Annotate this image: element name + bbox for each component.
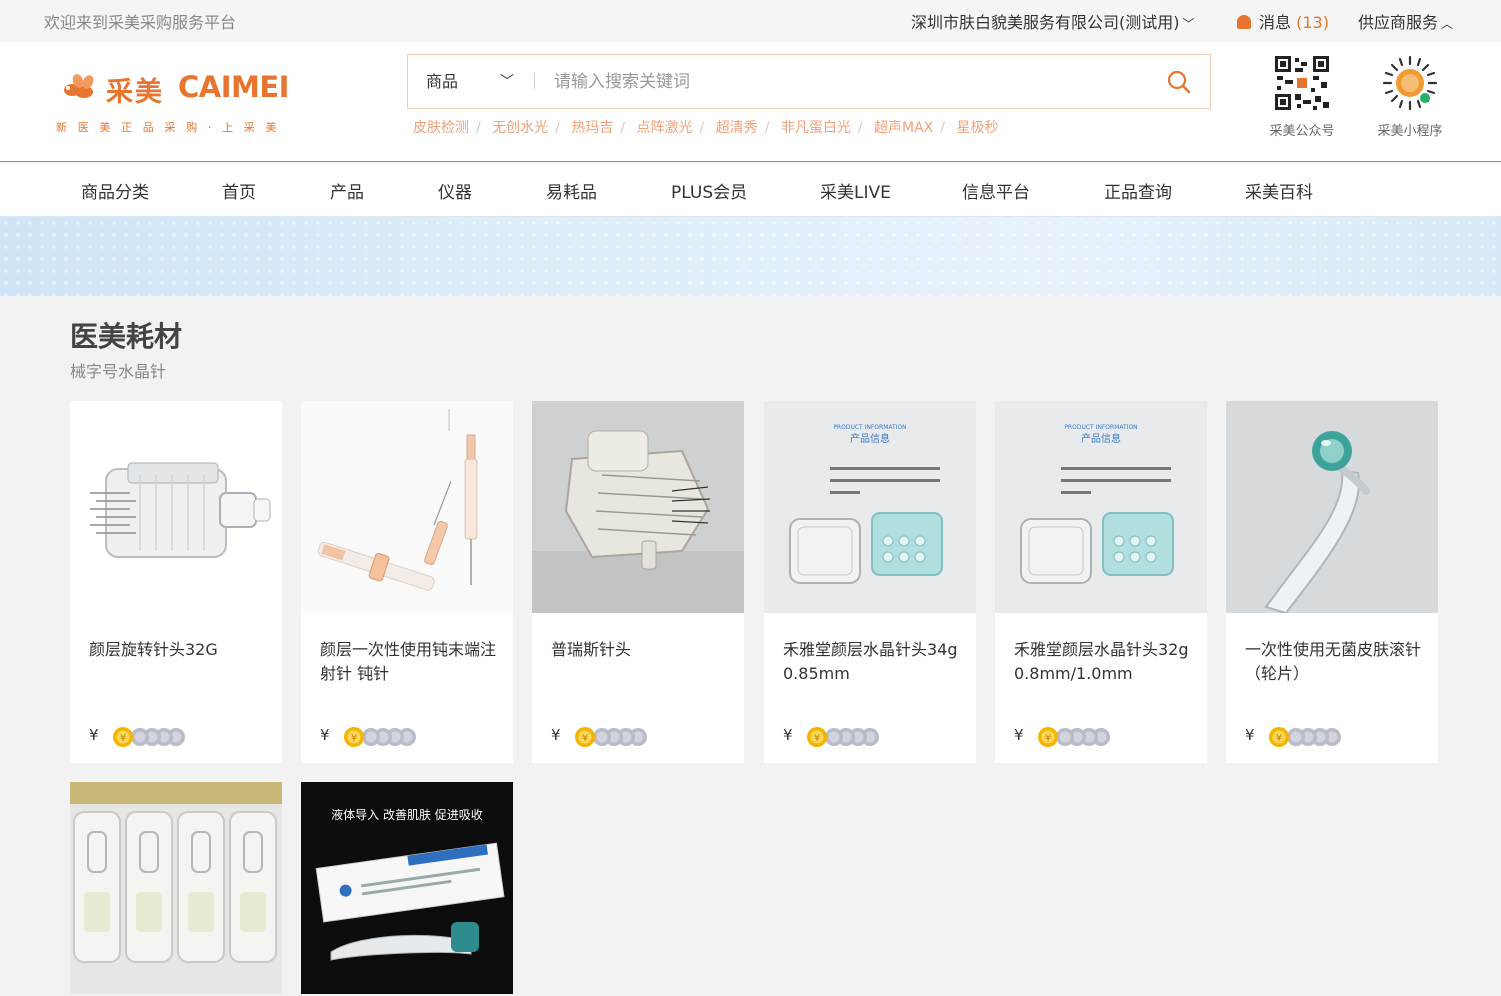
- product-card[interactable]: 普瑞斯针头 ¥: [532, 401, 744, 763]
- product-image: [70, 401, 282, 613]
- coin-rating-icon: [113, 727, 185, 747]
- messages-label: 消息: [1259, 13, 1292, 32]
- header: 采美 CAIMEI 新医美正品采购·上采美 商品 ﹀ 皮肤检测/ 无创水光/ 热…: [0, 42, 1501, 162]
- nav-item-plus-member[interactable]: PLUS会员: [671, 178, 747, 203]
- search-category-select[interactable]: 商品: [426, 68, 458, 92]
- main-nav: 商品分类 首页 产品 仪器 易耗品 PLUS会员 采美LIVE 信息平台 正品查…: [0, 163, 1501, 216]
- image-caption: 液体导入 改善肌肤 促进吸收: [331, 807, 483, 822]
- hot-tag[interactable]: 星极秒: [956, 120, 998, 136]
- product-card[interactable]: 一次性使用无菌皮肤滚针（轮片） ¥: [1226, 401, 1438, 763]
- top-bar: 欢迎来到采美采购服务平台 深圳市肤白貌美服务有限公司(测试用) ﹀ 消息 (13)…: [0, 0, 1501, 42]
- price-currency: ¥: [1245, 726, 1255, 744]
- product-image: [532, 401, 744, 613]
- logo[interactable]: 采美 CAIMEI 新医美正品采购·上采美: [56, 68, 312, 138]
- search-input[interactable]: [554, 69, 1114, 95]
- hot-tag[interactable]: 皮肤检测: [413, 120, 469, 136]
- nav-item-home[interactable]: 首页: [222, 178, 256, 203]
- product-card[interactable]: [70, 782, 282, 994]
- price-currency: ¥: [1014, 726, 1024, 744]
- nav-item-consumables[interactable]: 易耗品: [546, 178, 597, 203]
- nav-item-categories[interactable]: 商品分类: [81, 178, 149, 203]
- hot-tag[interactable]: 超声MAX: [874, 120, 933, 136]
- hot-tag[interactable]: 热玛吉: [571, 120, 613, 136]
- product-name[interactable]: 一次性使用无菌皮肤滚针（轮片）: [1245, 638, 1421, 686]
- coin-rating-icon: [344, 727, 416, 747]
- price-currency: ¥: [320, 726, 330, 744]
- product-name[interactable]: 禾雅堂颜层水晶针头32g 0.8mm/1.0mm: [1014, 638, 1190, 686]
- coin-rating-icon: [1269, 727, 1341, 747]
- product-info-en: PRODUCT INFORMATION: [1064, 424, 1137, 431]
- product-card[interactable]: PRODUCT INFORMATION 产品信息 禾雅堂颜层水晶针头32g 0.…: [995, 401, 1207, 763]
- supplier-service-label: 供应商服务: [1358, 13, 1439, 32]
- bee-logo-icon: [64, 74, 94, 98]
- brand-slogan: 新医美正品采购·上采美: [56, 121, 288, 134]
- nav-item-products[interactable]: 产品: [330, 178, 364, 203]
- hot-tag[interactable]: 无创水光: [492, 120, 548, 136]
- messages-link[interactable]: 消息 (13): [1237, 9, 1329, 33]
- qr-label: 采美小程序: [1377, 124, 1443, 139]
- chevron-up-icon: ︿: [1441, 17, 1454, 31]
- qr-label: 采美公众号: [1269, 124, 1335, 139]
- nav-item-encyclopedia[interactable]: 采美百科: [1245, 178, 1313, 203]
- chevron-down-icon: ﹀: [1182, 17, 1195, 31]
- price-currency: ¥: [783, 726, 793, 744]
- hot-tag[interactable]: 超清秀: [716, 120, 758, 136]
- section-title: 医美耗材: [70, 320, 183, 353]
- coin-rating-icon: [1038, 727, 1110, 747]
- product-name[interactable]: 普瑞斯针头: [551, 638, 727, 662]
- nav-item-info-platform[interactable]: 信息平台: [962, 178, 1030, 203]
- nav-item-authenticity-check[interactable]: 正品查询: [1104, 178, 1172, 203]
- product-name[interactable]: 颜层旋转针头32G: [89, 638, 265, 662]
- product-image: PRODUCT INFORMATION 产品信息: [764, 401, 976, 613]
- coin-rating-icon: [575, 727, 647, 747]
- product-info-cn: 产品信息: [1081, 432, 1121, 445]
- product-card[interactable]: 液体导入 改善肌肤 促进吸收: [301, 782, 513, 994]
- hot-tag[interactable]: 点阵激光: [637, 120, 693, 136]
- product-image: 液体导入 改善肌肤 促进吸收: [301, 782, 513, 994]
- price-currency: ¥: [551, 726, 561, 744]
- product-name[interactable]: 禾雅堂颜层水晶针头34g 0.85mm: [783, 638, 959, 686]
- company-selector[interactable]: 深圳市肤白貌美服务有限公司(测试用) ﹀: [911, 9, 1195, 33]
- qr-mini-program: 采美小程序: [1365, 54, 1455, 139]
- company-name: 深圳市肤白貌美服务有限公司(测试用): [911, 13, 1180, 32]
- divider: [534, 73, 535, 89]
- qr-code-icon: [1273, 54, 1331, 112]
- mini-program-code-icon: [1382, 55, 1438, 111]
- messages-count: (13): [1296, 13, 1329, 32]
- product-info-en: PRODUCT INFORMATION: [833, 424, 906, 431]
- brand-name-en: CAIMEI: [178, 70, 289, 104]
- section-subtitle: 械字号水晶针: [70, 362, 167, 381]
- bell-icon: [1237, 15, 1251, 29]
- chevron-down-icon[interactable]: ﹀: [500, 71, 514, 91]
- nav-item-live[interactable]: 采美LIVE: [820, 178, 891, 203]
- price-currency: ¥: [89, 726, 99, 744]
- product-card[interactable]: 颜层一次性使用钝末端注射针 钝针 ¥: [301, 401, 513, 763]
- search-icon[interactable]: [1166, 69, 1192, 95]
- product-image: [1226, 401, 1438, 613]
- product-card[interactable]: PRODUCT INFORMATION 产品信息 禾雅堂颜层水晶针头34g 0.…: [764, 401, 976, 763]
- search-bar: 商品 ﹀: [407, 54, 1211, 109]
- hot-tag[interactable]: 非凡蛋白光: [781, 120, 851, 136]
- welcome-text: 欢迎来到采美采购服务平台: [44, 13, 237, 32]
- product-name[interactable]: 颜层一次性使用钝末端注射针 钝针: [320, 638, 496, 686]
- product-image: [301, 401, 513, 613]
- product-card[interactable]: 颜层旋转针头32G ¥: [70, 401, 282, 763]
- product-image: [70, 782, 282, 994]
- product-image: PRODUCT INFORMATION 产品信息: [995, 401, 1207, 613]
- category-banner: [0, 216, 1501, 296]
- qr-official-account: 采美公众号: [1257, 54, 1347, 139]
- supplier-service-menu[interactable]: 供应商服务 ︿: [1358, 9, 1453, 33]
- nav-item-instruments[interactable]: 仪器: [438, 178, 472, 203]
- product-info-cn: 产品信息: [850, 432, 890, 445]
- hot-search-tags: 皮肤检测 / 无创水光 / 热玛吉 / 点阵激光 / 超清秀 / 非凡蛋白光 / 超声MAX…: [413, 120, 999, 136]
- brand-name-cn: 采美: [106, 77, 164, 108]
- coin-rating-icon: [807, 727, 879, 747]
